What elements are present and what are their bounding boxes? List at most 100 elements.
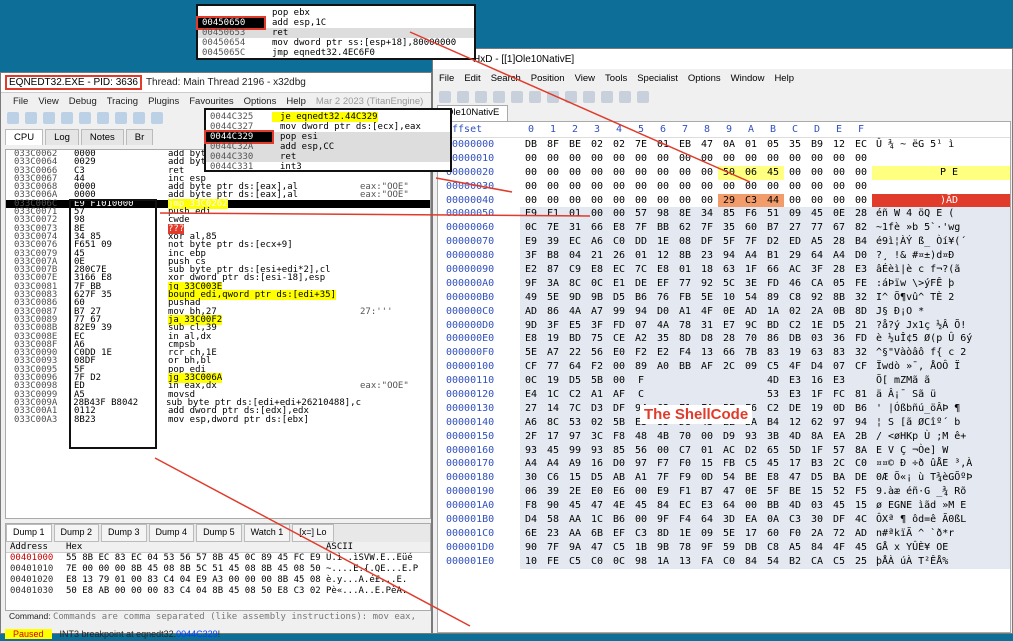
hex-byte[interactable]: 8A (850, 443, 872, 458)
hex-byte[interactable]: 00 (630, 485, 652, 500)
hex-byte[interactable]: 09 (696, 526, 718, 541)
hex-byte[interactable]: 5E (542, 290, 564, 305)
hex-row[interactable]: 00000010 00 00 00 00 00 00 00 00 00 00 00 00 00 00 00 00 (438, 151, 1010, 166)
dump-row[interactable]: 00401020 E8 13 79 01 00 83 C4 04 E9 A3 00… (6, 575, 430, 586)
hex-byte[interactable]: B8 (542, 249, 564, 264)
hex-byte[interactable]: 3C (586, 429, 608, 444)
menu-item-edit[interactable]: Edit (464, 73, 480, 84)
hex-byte[interactable]: 78 (674, 318, 696, 333)
hex-byte[interactable]: 66 (762, 263, 784, 277)
hex-byte[interactable]: 28 (828, 263, 850, 277)
hex-byte[interactable]: 59 (718, 540, 740, 555)
hex-byte[interactable]: EB (674, 138, 696, 152)
new-icon[interactable] (439, 91, 451, 103)
hex-byte[interactable]: 3F (806, 263, 828, 277)
hex-byte[interactable] (850, 374, 872, 389)
hex-byte[interactable]: AD (850, 526, 872, 541)
hex-byte[interactable] (718, 374, 740, 389)
paste-icon[interactable] (529, 91, 541, 103)
disasm-row[interactable]: 033C0089 77 67 ja 33C00F2 (6, 314, 430, 325)
hex-row[interactable]: 000001A0 F8 90 45 47 4E 45 84 EC E3 64 00 BB 4D 03 45 15… (438, 499, 1010, 514)
hex-byte[interactable]: 56 (630, 443, 652, 458)
hex-byte[interactable]: CE (608, 332, 630, 347)
hex-byte[interactable]: 39 (542, 485, 564, 500)
hex-byte[interactable]: 00 (542, 166, 564, 180)
hex-byte[interactable]: 02 (586, 415, 608, 430)
hex-byte[interactable]: 00 (696, 429, 718, 444)
hex-byte[interactable]: 70 (674, 429, 696, 444)
hex-byte[interactable]: 06 (520, 485, 542, 500)
hex-byte[interactable]: 90 (542, 499, 564, 514)
hex-byte[interactable]: 3F (520, 249, 542, 264)
restart-icon[interactable] (25, 112, 37, 124)
hex-byte[interactable]: BE (740, 471, 762, 486)
hex-byte[interactable] (674, 374, 696, 389)
hex-row[interactable]: 00000110 0C 19 D5 5B 00 F 4D E3 16 E3 Õ[ mZMã ã (438, 374, 1010, 389)
hex-byte[interactable]: 0C (586, 276, 608, 291)
hex-byte[interactable]: 50 (718, 165, 740, 180)
hex-byte[interactable]: 00 (850, 152, 872, 166)
disasm-row[interactable]: 033C0090 C0DD 1E rcr ch,1E (6, 348, 430, 357)
hex-byte[interactable]: 12 (828, 138, 850, 152)
hex-byte[interactable]: 15 (806, 485, 828, 500)
hex-byte[interactable]: 00 (674, 180, 696, 194)
hex-byte[interactable]: F (630, 374, 652, 389)
hex-byte[interactable]: 36 (828, 332, 850, 347)
step-over-icon[interactable] (115, 112, 127, 124)
hex-byte[interactable]: 34 (696, 207, 718, 222)
hex-row[interactable]: 000000E0 E8 19 BD 75 CE A2 35 8D D8 28 70 86 DB 03 36 FD… (438, 332, 1010, 347)
hex-byte[interactable]: 2E (564, 485, 586, 500)
hex-row[interactable]: 00000150 2F 17 97 3C F8 48 4B 70 00 D9 93 3B 4D 8A EA 2B… (438, 429, 1010, 444)
hex-byte[interactable]: 0E (718, 304, 740, 319)
hex-byte[interactable]: 00 (630, 194, 652, 208)
hex-byte[interactable]: 1E (806, 318, 828, 333)
hex-byte[interactable] (696, 374, 718, 389)
hex-byte[interactable]: 9B (652, 540, 674, 555)
hex-byte[interactable]: F2 (630, 346, 652, 361)
hex-byte[interactable]: B3 (806, 457, 828, 472)
hex-byte[interactable]: 3D (718, 513, 740, 527)
hex-byte[interactable]: 01 (630, 249, 652, 264)
disasm-row[interactable]: 033C008F A6 cmpsb (6, 340, 430, 349)
hex-byte[interactable]: 05 (762, 138, 784, 152)
hex-byte[interactable]: 9B (586, 290, 608, 305)
hex-byte[interactable]: 28 (828, 235, 850, 250)
hex-byte[interactable]: 5E (718, 526, 740, 541)
hex-byte[interactable]: 5B (608, 415, 630, 430)
forward-icon[interactable] (601, 91, 613, 103)
hex-byte[interactable]: D5 (828, 318, 850, 333)
hex-byte[interactable]: 93 (586, 443, 608, 458)
hex-byte[interactable]: B6 (850, 401, 872, 416)
hex-byte[interactable]: 8F (542, 138, 564, 152)
hex-row[interactable]: 00000070 E9 39 EC A6 C0 DD 1E 08 DF 5F 7F D2 ED A5 28 B4… (438, 235, 1010, 250)
hex-byte[interactable]: C8 (762, 540, 784, 555)
hex-byte[interactable]: A0 (652, 360, 674, 375)
disasm-row[interactable]: 033C0071 57 push edi (6, 207, 430, 216)
hex-row[interactable]: 00000080 3F B8 04 21 26 01 12 8B 23 94 A4 B1 29 64 A4 D0… (438, 249, 1010, 264)
hex-byte[interactable]: 00 (652, 180, 674, 194)
hex-byte[interactable]: 00 (608, 180, 630, 194)
menu-item-search[interactable]: Search (491, 73, 521, 84)
hex-byte[interactable]: DE (850, 471, 872, 486)
hex-byte[interactable]: 45 (806, 207, 828, 222)
hex-byte[interactable]: EC (608, 263, 630, 277)
hex-byte[interactable]: D5 (564, 374, 586, 389)
hex-byte[interactable]: 30 (806, 513, 828, 527)
hex-byte[interactable]: 19 (784, 346, 806, 361)
hex-byte[interactable]: 46 (784, 276, 806, 291)
menu-item-specialist[interactable]: Specialist (637, 73, 678, 84)
menu-item-file[interactable]: File (439, 73, 454, 84)
hex-byte[interactable]: 27 (784, 221, 806, 236)
hex-byte[interactable]: 8D (850, 304, 872, 319)
hex-byte[interactable]: 1E (674, 526, 696, 541)
hex-byte[interactable]: 9C (740, 318, 762, 333)
hex-byte[interactable]: A7 (542, 346, 564, 361)
hex-byte[interactable]: 17 (784, 457, 806, 472)
hex-byte[interactable]: 00 (630, 513, 652, 527)
hex-byte[interactable]: 03 (806, 332, 828, 347)
hex-byte[interactable]: 00 (564, 152, 586, 166)
hex-byte[interactable]: 28 (718, 332, 740, 347)
hex-byte[interactable]: B6 (608, 513, 630, 527)
hex-byte[interactable]: E0 (586, 485, 608, 500)
hex-byte[interactable]: 8C (542, 415, 564, 430)
